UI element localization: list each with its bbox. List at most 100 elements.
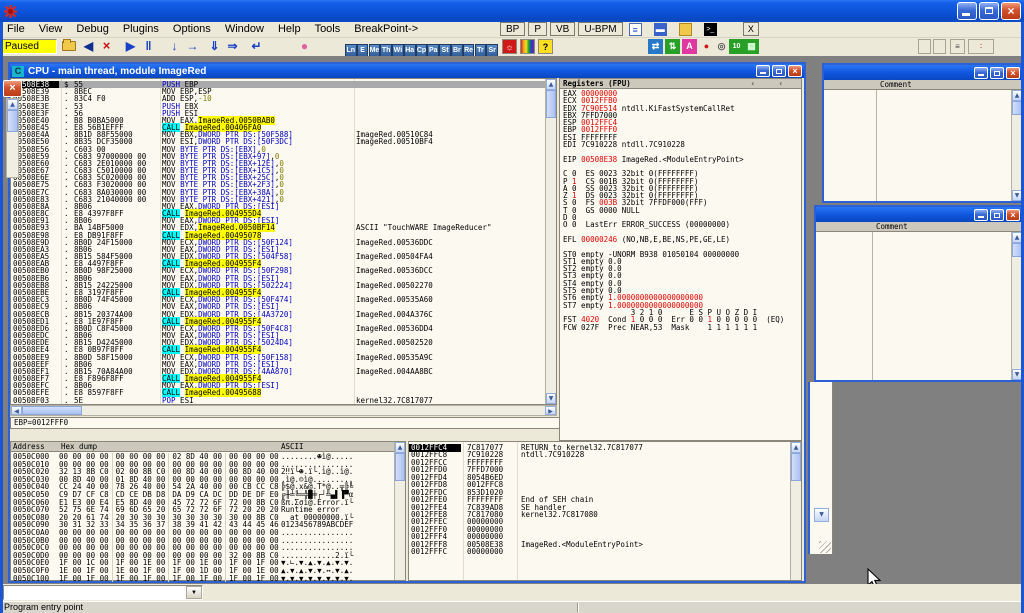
dump-vertical-scrollbar[interactable]: ▲ — [394, 442, 405, 580]
menu-plugins[interactable]: Plugins — [116, 22, 166, 36]
register-line[interactable]: T 0 GS 0000 NULL — [560, 207, 801, 214]
plugin-button-bp[interactable]: BP — [500, 22, 525, 36]
menu-options[interactable]: Options — [166, 22, 218, 36]
folder-icon[interactable] — [679, 23, 692, 36]
stack-pane[interactable]: 0012FFC47C817077RETURN to kernel32.7C817… — [408, 441, 802, 581]
disasm-row[interactable]: 00508E3E.53PUSH EBX — [11, 103, 545, 110]
minimize-button[interactable] — [974, 67, 988, 79]
dropdown-arrow-icon[interactable]: ▼ — [186, 586, 202, 599]
font-icon[interactable]: A — [682, 39, 697, 54]
options-gear-icon[interactable]: ☼ — [502, 39, 517, 54]
disassembly-vertical-scrollbar[interactable]: ▲ ▼ — [545, 79, 556, 404]
collapse-icon[interactable]: ‹ — [750, 79, 755, 89]
register-line[interactable]: O 0 LastErr ERROR_SUCCESS (00000000) — [560, 221, 801, 228]
breakpoint-dot-icon[interactable]: ● — [699, 39, 714, 54]
hidden-window-scrollbar[interactable]: ▲ — [6, 98, 19, 178]
open-file-icon[interactable] — [62, 41, 76, 51]
disassembly-horizontal-scrollbar[interactable]: ◀ ▶ — [10, 405, 557, 416]
resize-grip[interactable] — [819, 541, 831, 553]
menu-debug[interactable]: Debug — [69, 22, 115, 36]
close-button[interactable]: × — [1006, 209, 1020, 221]
scroll-thumb[interactable] — [7, 110, 18, 132]
window-frame-icon[interactable]: ▦ — [744, 39, 759, 54]
side-window-top[interactable]: × Comment ▲ ▼ — [822, 63, 1024, 203]
maximize-button[interactable] — [990, 209, 1004, 221]
menu-help[interactable]: Help — [271, 22, 308, 36]
scroll-up-icon[interactable]: ▲ — [791, 442, 801, 453]
restore-button[interactable] — [979, 2, 999, 20]
disassembly-pane[interactable]: 00508E38$55PUSH EBP00508E39.8BECMOV EBP,… — [10, 78, 557, 405]
minimize-button[interactable] — [957, 2, 977, 20]
pause-icon[interactable]: ‖ — [140, 38, 157, 55]
stack-row[interactable]: 0012FFFC00000000 — [409, 548, 790, 555]
command-combobox[interactable]: ▼ — [3, 585, 203, 600]
scroll-thumb[interactable] — [22, 406, 82, 415]
register-line[interactable]: EFL 00000246 (NO,NB,E,BE,NS,PE,GE,LE) — [560, 236, 801, 243]
scroll-thumb[interactable] — [791, 453, 801, 481]
book-icon[interactable]: ▬ — [654, 23, 667, 36]
registers-pane[interactable]: Registers (FPU) ‹ ‹ EAX 00000000ECX 0012… — [559, 78, 802, 441]
scroll-up-icon[interactable]: ▲ — [7, 99, 18, 110]
menu-view[interactable]: View — [32, 22, 70, 36]
dump-row[interactable]: 0050C1001F 00 1F 001F 00 1F 001F 00 1F 0… — [11, 575, 394, 583]
step-over-icon[interactable]: → — [184, 38, 201, 55]
spiral-icon[interactable]: ◎ — [714, 39, 729, 54]
disasm-row[interactable]: 00508F03.5EPOP ESIkernel32.7C817077 — [11, 397, 545, 404]
collapse-icon[interactable]: ‹ — [778, 79, 783, 89]
cpu-close-button[interactable]: × — [788, 65, 802, 77]
maximize-button[interactable] — [990, 67, 1004, 79]
menu-tools[interactable]: Tools — [308, 22, 348, 36]
register-line[interactable]: EDI 7C910228 ntdll.7C910228 — [560, 141, 801, 148]
blank-button-1[interactable] — [918, 39, 931, 54]
animate-over-icon[interactable]: ⇒ — [224, 38, 241, 55]
cpu-maximize-button[interactable] — [772, 65, 786, 77]
cpu-titlebar[interactable]: C CPU - main thread, module ImageRed × — [10, 64, 804, 78]
side-window-titlebar[interactable]: × — [816, 207, 1022, 222]
side-window-titlebar[interactable]: × — [824, 65, 1022, 80]
side-window-bottom[interactable]: × Comment ▲ ▼ — [814, 205, 1024, 382]
step-into-icon[interactable]: ↓ — [166, 38, 183, 55]
register-line[interactable]: FCW 027F Prec NEAR,53 Mask 1 1 1 1 1 1 — [560, 324, 801, 331]
scroll-up-icon[interactable]: ▲ — [546, 79, 556, 90]
command-input[interactable] — [4, 586, 186, 599]
plugin-button-p[interactable]: P — [528, 22, 547, 36]
scroll-thumb[interactable] — [395, 453, 405, 481]
register-line[interactable]: EIP 00508E38 ImageRed.<ModuleEntryPoint> — [560, 156, 801, 163]
window-titlebar[interactable]: × — [0, 0, 1024, 22]
menu-breakpoint[interactable]: BreakPoint-> — [347, 22, 425, 36]
list-button[interactable]: ≡ — [950, 39, 965, 54]
close-program-icon[interactable]: × — [98, 38, 115, 55]
cpu-window[interactable]: C CPU - main thread, module ImageRed × 0… — [8, 62, 806, 583]
disasm-row[interactable]: 00508E3B.83C4 F0ADD ESP,-10 — [11, 95, 545, 102]
close-button[interactable]: × — [1001, 2, 1021, 20]
menu-window[interactable]: Window — [218, 22, 271, 36]
hex-dump-pane[interactable]: Address Hex dump ASCII 0050C00000 00 00 … — [10, 441, 406, 581]
minimize-button[interactable] — [974, 209, 988, 221]
help-icon[interactable]: ? — [538, 39, 553, 54]
restart-icon[interactable]: ◀ — [80, 38, 97, 55]
close-button[interactable]: × — [1006, 67, 1020, 79]
updown-icon[interactable]: ⇅ — [665, 39, 680, 54]
plugin-close-button[interactable]: X — [743, 22, 759, 36]
menu-file[interactable]: File — [0, 22, 32, 36]
blank-button-2[interactable] — [933, 39, 946, 54]
cpu-minimize-button[interactable] — [756, 65, 770, 77]
scroll-right-icon[interactable]: ▶ — [545, 406, 556, 415]
record-icon[interactable]: ● — [296, 38, 313, 55]
plugin-button-vb[interactable]: VB — [550, 22, 575, 36]
swap-arrows-icon[interactable]: ⇄ — [648, 39, 663, 54]
notepad-icon[interactable]: ≡ — [629, 23, 642, 36]
animate-into-icon[interactable]: ⇓ — [206, 38, 223, 55]
scroll-left-icon[interactable]: ◀ — [11, 406, 22, 415]
run-icon[interactable]: ▶ — [122, 38, 139, 55]
binary-icon[interactable]: 10 — [729, 39, 744, 54]
execute-till-return-icon[interactable]: ↵ — [248, 38, 265, 55]
scroll-down-icon[interactable]: ▼ — [546, 393, 556, 404]
scroll-up-icon[interactable]: ▲ — [395, 442, 405, 453]
plugin-button-u-bpm[interactable]: U-BPM — [578, 22, 622, 36]
appearance-icon[interactable] — [520, 39, 535, 54]
console-icon[interactable]: >_ — [704, 23, 717, 36]
scroll-thumb[interactable] — [546, 90, 556, 118]
stack-vertical-scrollbar[interactable]: ▲ — [790, 442, 801, 580]
breakpoint-list-button[interactable]: ∶ — [968, 39, 994, 54]
